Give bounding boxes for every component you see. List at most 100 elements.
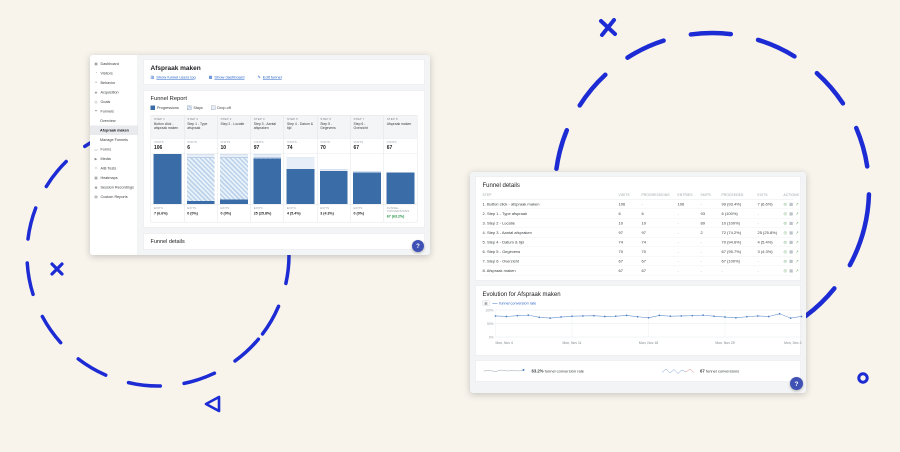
- sidebar-item-behavior[interactable]: ≡ Behavior: [90, 78, 138, 88]
- segment-icon[interactable]: ◎: [784, 268, 787, 273]
- table-icon[interactable]: ▦: [789, 259, 793, 264]
- table-icon[interactable]: ▦: [789, 230, 793, 235]
- table-icon[interactable]: ▦: [789, 240, 793, 245]
- trend-icon[interactable]: ↗: [795, 249, 798, 254]
- show-funnel-users-log-link[interactable]: ▥ Show funnel users log: [151, 75, 196, 80]
- summary-footer: 63.2% funnel conversion rate 67 funnel c…: [475, 360, 801, 382]
- cell-step: 3. Step 2 - Locatie: [482, 220, 515, 226]
- sidebar-item-forms[interactable]: ▭ Forms: [90, 145, 138, 155]
- sidebar-item-a-b-tests[interactable]: ⌗ A/B Tests: [90, 164, 138, 174]
- acquisition-icon: ◈: [94, 90, 98, 95]
- row-actions: ◎ ▦ ↗: [784, 230, 805, 235]
- step-name-label: Step 1 - Type afspraak: [187, 122, 208, 131]
- sidebar-item-session-recordings[interactable]: ◉ Session Recordings: [90, 183, 138, 193]
- table-row[interactable]: 2. Step 1 - Type afspraak 6 6 - 93 6 (100%) - ◎…: [482, 209, 798, 219]
- show-dashboard-link[interactable]: ▦ Show dashboard: [209, 75, 245, 80]
- x-axis-tick-label: Mon, Nov 4: [496, 341, 513, 345]
- visits-label: VISITS: [220, 141, 231, 144]
- funnel-step-column: STEP 2 Step 1 - Type afspraak VISITS 6 EXITS…: [184, 115, 218, 222]
- segment-icon[interactable]: ◎: [784, 259, 787, 264]
- exits-label: FUNNEL CONVERSIONS: [386, 207, 410, 213]
- table-row[interactable]: 3. Step 2 - Locatie 10 10 - 89 10 (100%) - ◎ ▦ ↗: [482, 219, 798, 228]
- conversions-label: funnel conversions: [705, 369, 740, 374]
- cell-step: 2. Step 1 - Type afspraak: [482, 211, 528, 216]
- table-row[interactable]: 7. Step 6 - Overzicht 67 67 - - 67 (100%) - ◎ ▦ ↗: [482, 257, 798, 266]
- segment-icon[interactable]: ◎: [784, 230, 787, 235]
- sidebar-item-acquisition[interactable]: ◈ Acquisition: [90, 88, 138, 98]
- step-exits-cell: FUNNEL CONVERSIONS 67 (63.2%): [383, 204, 417, 222]
- table-row[interactable]: 8. Afspraak maken 67 67 - - - - ◎ ▦ ↗: [482, 266, 798, 276]
- trend-icon[interactable]: ↗: [795, 221, 798, 226]
- cell-skips: -: [700, 249, 702, 254]
- sidebar-item-afspraak-maken[interactable]: Afspraak maken: [90, 125, 138, 135]
- exits-value: 3 (4.3%): [320, 211, 334, 216]
- cell-step: 6. Step 5 - Gegevens: [482, 249, 521, 254]
- row-actions: ◎ ▦ ↗: [784, 268, 805, 273]
- sidebar-item-media[interactable]: ▶ Media: [90, 154, 138, 164]
- cell-exits: 3 (4.3%): [757, 249, 773, 254]
- help-button[interactable]: ?: [412, 240, 424, 252]
- trend-icon[interactable]: ↗: [795, 268, 798, 273]
- evolution-title: Evolution for Afspraak maken: [482, 290, 561, 298]
- funnel-report-window: ▦ Dashboard ◔ Visitors ≡ Behavior ◈ Acquisition…: [90, 55, 430, 255]
- sidebar-item-label: Manage Funnels: [100, 137, 128, 143]
- segment-icon[interactable]: ◎: [784, 202, 787, 207]
- step-bar[interactable]: [218, 154, 251, 204]
- table-icon[interactable]: ▦: [789, 211, 793, 216]
- sidebar-item-funnels[interactable]: ⏷ Funnels: [90, 107, 138, 117]
- visits-value: 6: [187, 145, 191, 151]
- sidebar-item-label: Funnels: [100, 109, 114, 114]
- trend-icon[interactable]: ↗: [795, 211, 798, 216]
- data-point: [767, 315, 770, 318]
- legend-drop-off[interactable]: Drop-off: [210, 105, 231, 110]
- exits-value: 0 (0%): [220, 211, 232, 216]
- sidebar-item-dashboard[interactable]: ▦ Dashboard: [90, 59, 138, 69]
- segment-icon[interactable]: ◎: [784, 240, 787, 245]
- link-label: Show funnel users log: [156, 75, 196, 80]
- solid-segment: [153, 154, 182, 204]
- legend-stays[interactable]: Stays: [186, 105, 203, 110]
- trend-icon[interactable]: ↗: [795, 202, 798, 207]
- table-icon[interactable]: ▦: [789, 268, 793, 273]
- trend-icon[interactable]: ↗: [795, 230, 798, 235]
- table-row[interactable]: 4. Step 3 - Aantal afspraken 97 97 - 2 72 (74…: [482, 228, 798, 238]
- sidebar-item-heatmaps[interactable]: ▩ Heatmaps: [90, 173, 138, 183]
- step-bar[interactable]: [317, 154, 350, 204]
- cell-step: 8. Afspraak maken: [482, 268, 516, 273]
- funnel-details-collapsed-bar[interactable]: Funnel details: [143, 233, 425, 250]
- step-bar[interactable]: [351, 154, 384, 204]
- column-header-actions: ACTIONS: [783, 193, 799, 198]
- step-bar[interactable]: [184, 154, 217, 204]
- sidebar-item-custom-reports[interactable]: ▤ Custom Reports: [90, 192, 138, 202]
- sidebar-item-manage-funnels[interactable]: Manage Funnels: [90, 135, 138, 145]
- sidebar-item-label: Media: [100, 156, 111, 162]
- visits-label: VISITS: [386, 141, 397, 144]
- segment-icon[interactable]: ◎: [784, 249, 787, 254]
- table-row[interactable]: 5. Step 4 - Datum & tijd 74 74 - - 70 (94.6%)…: [482, 238, 798, 247]
- edit-funnel-link[interactable]: ✎ Edit funnel: [257, 75, 281, 80]
- funnel-header-card: Afspraak maken ▥ Show funnel users log ▦ Sh…: [143, 59, 425, 85]
- sidebar-item-overview[interactable]: Overview: [90, 116, 138, 126]
- step-bar[interactable]: [284, 154, 317, 204]
- x-mark-top-doodle: [599, 18, 617, 37]
- step-bar[interactable]: [251, 154, 284, 204]
- trend-icon[interactable]: ↗: [795, 240, 798, 245]
- step-bar[interactable]: [151, 154, 184, 204]
- sidebar-item-visitors[interactable]: ◔ Visitors: [90, 69, 138, 79]
- legend-progressions[interactable]: Progressions: [150, 105, 179, 110]
- help-button[interactable]: ?: [790, 377, 803, 390]
- segment-icon[interactable]: ◎: [784, 211, 787, 216]
- evolution-series-toggle[interactable]: funnel conversion rate: [492, 301, 536, 306]
- trend-icon[interactable]: ↗: [795, 259, 798, 264]
- table-icon[interactable]: ▦: [789, 202, 793, 207]
- sidebar-item-label: Dashboard: [100, 61, 119, 67]
- table-row[interactable]: 1. Button click - afspraak maken 106 - 106 -…: [482, 200, 798, 209]
- sidebar-item-goals[interactable]: ◎ Goals: [90, 97, 138, 107]
- table-icon[interactable]: ▦: [789, 221, 793, 226]
- segment-icon[interactable]: ◎: [784, 221, 787, 226]
- visits-value: 67: [353, 145, 360, 151]
- table-row[interactable]: 6. Step 5 - Gegevens 70 70 - - 67 (95.7%) 3 (4…: [482, 247, 798, 257]
- step-visits-cell: VISITS 70: [317, 139, 350, 154]
- step-bar[interactable]: [384, 154, 417, 204]
- table-icon[interactable]: ▦: [789, 249, 793, 254]
